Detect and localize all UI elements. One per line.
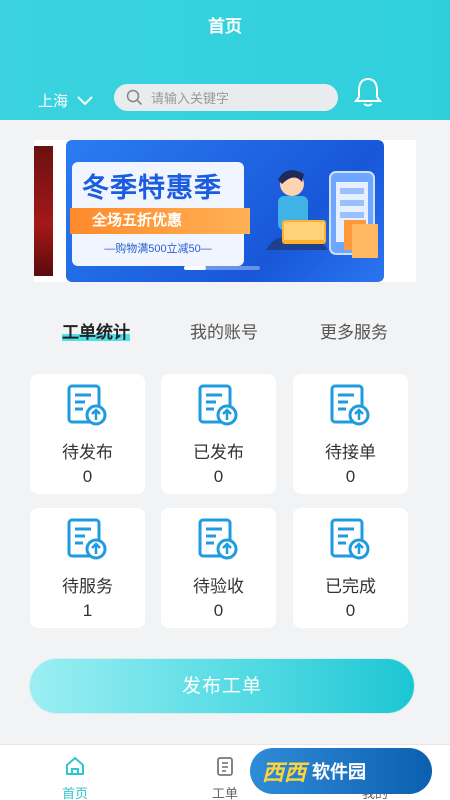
stat-value: 0 bbox=[213, 601, 224, 620]
stat-label: 已发布 bbox=[193, 443, 244, 462]
stat-label: 已完成 bbox=[325, 577, 376, 596]
stat-label: 待验收 bbox=[193, 577, 244, 596]
document-upload-icon bbox=[330, 384, 370, 426]
chevron-down-icon bbox=[77, 95, 93, 105]
site-watermark: 西西 软件园 bbox=[250, 748, 432, 794]
nav-item-work-order[interactable]: 工单 bbox=[195, 755, 255, 800]
stat-value: 0 bbox=[213, 467, 224, 486]
tab-more-services[interactable]: 更多服务 bbox=[320, 318, 388, 343]
stat-label: 待服务 bbox=[62, 577, 113, 596]
document-upload-icon bbox=[67, 384, 107, 426]
publish-work-order-button[interactable]: 发布工单 bbox=[29, 658, 415, 714]
nav-label: 首页 bbox=[61, 786, 88, 800]
carousel-indicator-active bbox=[184, 266, 206, 270]
stat-card-pending-accept[interactable]: 待接单 0 bbox=[293, 374, 408, 494]
banner-title: 冬季特惠季 bbox=[82, 173, 222, 203]
stat-value: 0 bbox=[82, 467, 93, 486]
stat-card-pending-inspection[interactable]: 待验收 0 bbox=[161, 508, 276, 628]
banner-subtitle: —购物满500立减50— bbox=[104, 243, 212, 255]
document-upload-icon bbox=[198, 384, 238, 426]
watermark-text: 软件园 bbox=[312, 762, 367, 782]
stat-value: 1 bbox=[82, 601, 93, 620]
stat-card-published[interactable]: 已发布 0 bbox=[161, 374, 276, 494]
search-input[interactable]: 请输入关键字 bbox=[114, 84, 338, 111]
banner-promo-card: 冬季特惠季 全场五折优惠 —购物满500立减50— bbox=[70, 162, 250, 266]
shopping-person-illustration bbox=[266, 170, 378, 258]
document-upload-icon bbox=[67, 518, 107, 560]
stat-card-pending-service[interactable]: 待服务 1 bbox=[30, 508, 145, 628]
page-title: 首页 bbox=[208, 17, 242, 36]
stat-card-pending-publish[interactable]: 待发布 0 bbox=[30, 374, 145, 494]
document-upload-icon bbox=[198, 518, 238, 560]
banner-carousel[interactable]: 冬季特惠季 全场五折优惠 —购物满500立减50— bbox=[34, 140, 416, 282]
banner-slide[interactable]: 冬季特惠季 全场五折优惠 —购物满500立减50— bbox=[66, 140, 384, 282]
banner-ribbon: 全场五折优惠 bbox=[70, 208, 250, 234]
nav-item-home[interactable]: 首页 bbox=[45, 755, 105, 800]
tab-my-account[interactable]: 我的账号 bbox=[190, 318, 258, 343]
header: 首页 上海 请输入关键字 bbox=[0, 0, 450, 120]
search-icon bbox=[126, 89, 143, 106]
tab-work-order-stats[interactable]: 工单统计 bbox=[62, 318, 130, 343]
search-placeholder: 请输入关键字 bbox=[151, 91, 230, 106]
bell-icon[interactable] bbox=[353, 76, 383, 108]
stat-card-completed[interactable]: 已完成 0 bbox=[293, 508, 408, 628]
stat-label: 待发布 bbox=[62, 443, 113, 462]
home-icon bbox=[66, 757, 84, 775]
document-upload-icon bbox=[330, 518, 370, 560]
watermark-brand: 西西 bbox=[262, 760, 307, 785]
nav-label: 工单 bbox=[211, 786, 238, 800]
carousel-indicator bbox=[184, 266, 260, 270]
tab-bar: 工单统计 我的账号 更多服务 bbox=[0, 318, 450, 348]
city-label: 上海 bbox=[38, 93, 69, 110]
banner-prev-slide[interactable] bbox=[34, 146, 53, 276]
stat-value: 0 bbox=[345, 601, 356, 620]
stat-value: 0 bbox=[345, 467, 356, 486]
clipboard-icon bbox=[217, 757, 233, 776]
city-selector[interactable]: 上海 bbox=[38, 90, 94, 111]
stat-label: 待接单 bbox=[325, 443, 376, 462]
